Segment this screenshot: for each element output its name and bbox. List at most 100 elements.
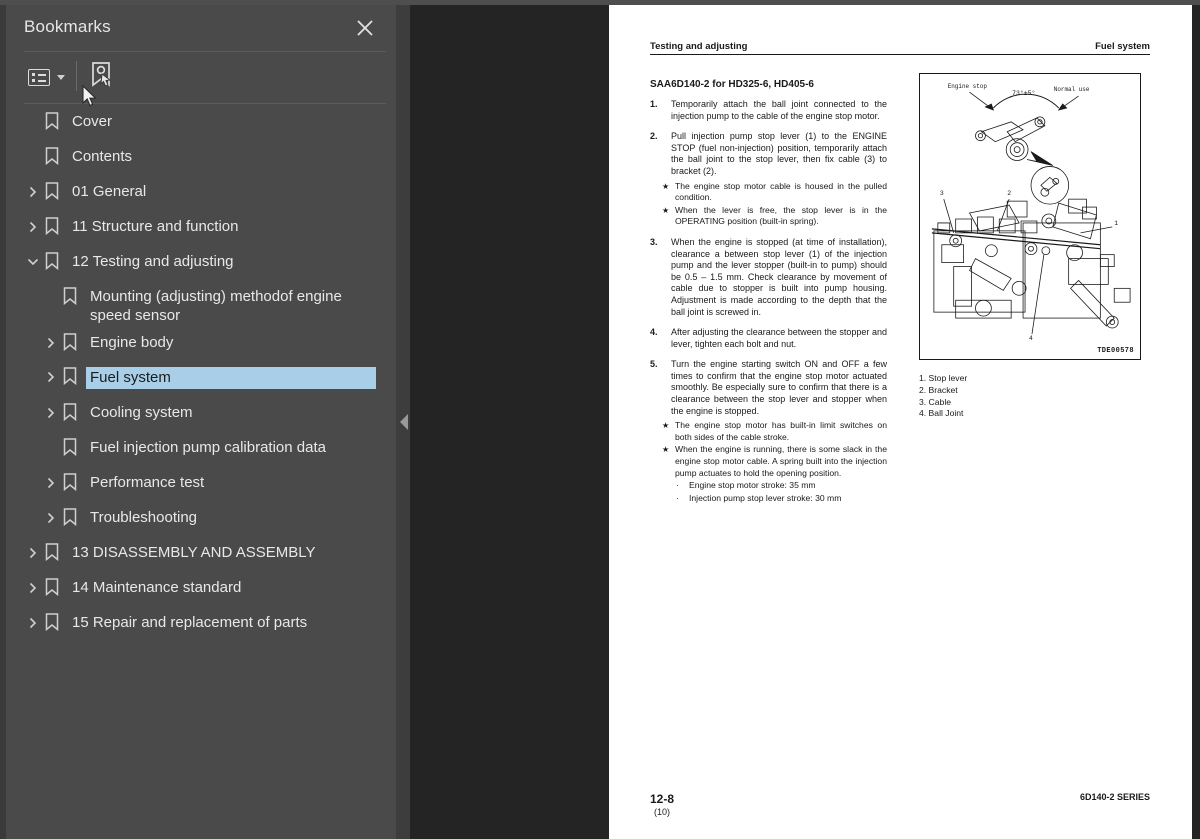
bookmark-icon (60, 287, 80, 305)
bookmark-icon (60, 403, 80, 421)
bullet-text: The engine stop motor cable is housed in… (675, 180, 887, 203)
document-viewer[interactable]: Testing and adjusting Fuel system SAA6D1… (410, 5, 1200, 839)
chevron-right-icon[interactable] (42, 474, 60, 492)
bookmark-item-label: Engine body (90, 334, 174, 351)
svg-text:1: 1 (1114, 220, 1118, 227)
bullet-text: The engine stop motor has built-in limit… (675, 420, 887, 442)
sub-bullet-item: · Injection pump stop lever stroke: 30 mm (650, 493, 887, 505)
bullet-text: When the engine is running, there is som… (675, 444, 887, 478)
step-number: 4. (650, 327, 658, 338)
bookmarks-panel-title: Bookmarks (24, 17, 111, 36)
bookmark-icon (60, 367, 80, 385)
bookmark-item-performance-test[interactable]: Performance test (6, 465, 396, 500)
procedure-step: 4. After adjusting the clearance between … (650, 327, 887, 350)
bookmark-icon (60, 438, 80, 456)
step-number: 1. (650, 99, 658, 109)
bookmark-icon (42, 182, 62, 200)
twisty-spacer (24, 113, 42, 131)
chevron-right-icon[interactable] (24, 579, 42, 597)
chevron-right-icon[interactable] (42, 404, 60, 422)
bookmark-item-label: Contents (72, 148, 133, 165)
page-running-header: Testing and adjusting Fuel system (650, 41, 1150, 55)
figure-legend: 1. Stop lever 2. Bracket 3. Cable 4. Ball J… (919, 373, 1151, 420)
bookmark-icon (42, 543, 62, 561)
bookmark-item-engine-body[interactable]: Engine body (6, 325, 396, 360)
bookmark-icon (45, 112, 59, 130)
procedure-step: 1. Temporarily attach the ball joint conn… (650, 99, 887, 122)
dot-icon: · (676, 492, 679, 503)
bookmark-item-12-testing-and-adjusting[interactable]: 12 Testing and adjusting (6, 244, 396, 279)
new-bookmark-button[interactable] (88, 61, 114, 89)
legend-item: 4. Ball Joint (919, 408, 964, 419)
close-icon[interactable] (354, 17, 376, 39)
bookmark-icon (63, 438, 77, 456)
bookmark-icon (42, 147, 62, 165)
bullet-item: ★ When the lever is free, the stop lever … (650, 205, 887, 228)
bookmark-icon (45, 543, 59, 561)
bookmark-item-troubleshooting[interactable]: Troubleshooting (6, 500, 396, 535)
header-right-text: Fuel system (1095, 41, 1150, 52)
chevron-right-icon[interactable] (42, 334, 60, 352)
procedure-step: 5. Turn the engine starting switch ON and… (650, 359, 887, 417)
bookmarks-panel-header: Bookmarks (6, 5, 396, 51)
bookmark-item-11-structure-and-function[interactable]: 11 Structure and function (6, 209, 396, 244)
new-bookmark-icon (92, 62, 112, 87)
bookmark-item-label: Cover (72, 113, 113, 130)
bullet-text: When the lever is free, the stop lever i… (675, 204, 887, 227)
page-number: 12-8 (10) (650, 792, 674, 817)
chevron-right-icon[interactable] (24, 183, 42, 201)
chevron-right-icon[interactable] (24, 614, 42, 632)
step-text: Temporarily attach the ball joint connec… (671, 99, 887, 121)
chevron-down-icon (57, 74, 65, 80)
step-number: 3. (650, 236, 658, 247)
sub-bullet-text: Injection pump stop lever stroke: 30 mm (689, 492, 842, 503)
bookmark-options-button[interactable] (28, 63, 65, 91)
bookmark-item-fuel-system[interactable]: Fuel system (6, 360, 396, 395)
bookmarks-tree[interactable]: Cover Contents 01 General 11 Structure and … (6, 104, 396, 839)
bookmark-item-cover[interactable]: Cover (6, 104, 396, 139)
collapse-sidebar-button[interactable] (400, 414, 408, 430)
bookmark-item-13-disassembly-and-assembly[interactable]: 13 DISASSEMBLY AND ASSEMBLY (6, 535, 396, 570)
bullet-item: ★ When the engine is running, there is so… (650, 444, 887, 479)
bookmark-item-01-general[interactable]: 01 General (6, 174, 396, 209)
bookmark-item-contents[interactable]: Contents (6, 139, 396, 174)
bookmark-icon (60, 333, 80, 351)
bookmark-item-mounting-adjusting-methodof-engine-speed-sensor[interactable]: Mounting (adjusting) methodof engine spe… (6, 279, 396, 325)
chevron-down-icon[interactable] (24, 253, 42, 271)
page-footer: 12-8 (10) 6D140-2 SERIES (650, 792, 1150, 817)
bookmark-item-label: Cooling system (90, 404, 193, 421)
chevron-right-icon[interactable] (42, 368, 60, 386)
page-text-column: SAA6D140-2 for HD325-6, HD405-6 1. Tempor… (650, 79, 887, 504)
bookmark-item-label: 13 DISASSEMBLY AND ASSEMBLY (72, 544, 316, 561)
document-page: Testing and adjusting Fuel system SAA6D1… (609, 5, 1192, 839)
bullet-item: ★ The engine stop motor has built-in limi… (650, 420, 887, 443)
page-number-sub: (10) (654, 807, 671, 817)
bookmark-icon (42, 217, 62, 235)
step-text: Turn the engine starting switch ON and O… (671, 359, 887, 416)
bookmark-item-fuel-injection-pump-calibration-data[interactable]: Fuel injection pump calibration data (6, 430, 396, 465)
step-bullets: ★ The engine stop motor has built-in limi… (650, 420, 887, 504)
step-text: After adjusting the clearance between th… (671, 327, 887, 349)
bookmark-icon (60, 473, 80, 491)
bookmark-icon (42, 613, 62, 631)
chevron-right-icon[interactable] (24, 544, 42, 562)
bookmark-icon (63, 473, 77, 491)
bookmark-icon (45, 578, 59, 596)
twisty-spacer (24, 148, 42, 166)
svg-text:Normal use: Normal use (1054, 86, 1090, 93)
dot-icon: · (676, 480, 679, 491)
bookmark-icon (45, 252, 59, 270)
footer-series: 6D140-2 SERIES (1079, 792, 1150, 802)
sub-bullet-item: · Engine stop motor stroke: 35 mm (650, 480, 887, 492)
chevron-right-icon[interactable] (42, 509, 60, 527)
header-left-text: Testing and adjusting (650, 41, 748, 52)
chevron-right-icon[interactable] (24, 218, 42, 236)
bookmark-item-14-maintenance-standard[interactable]: 14 Maintenance standard (6, 570, 396, 605)
legend-item: 1. Stop lever (919, 373, 968, 383)
list-icon (28, 68, 50, 86)
bookmark-item-15-repair-and-replacement-of-parts[interactable]: 15 Repair and replacement of parts (6, 605, 396, 640)
bookmark-item-cooling-system[interactable]: Cooling system (6, 395, 396, 430)
bookmark-icon (45, 217, 59, 235)
bookmark-item-label: Fuel injection pump calibration data (90, 439, 326, 456)
bookmark-icon (60, 508, 80, 526)
